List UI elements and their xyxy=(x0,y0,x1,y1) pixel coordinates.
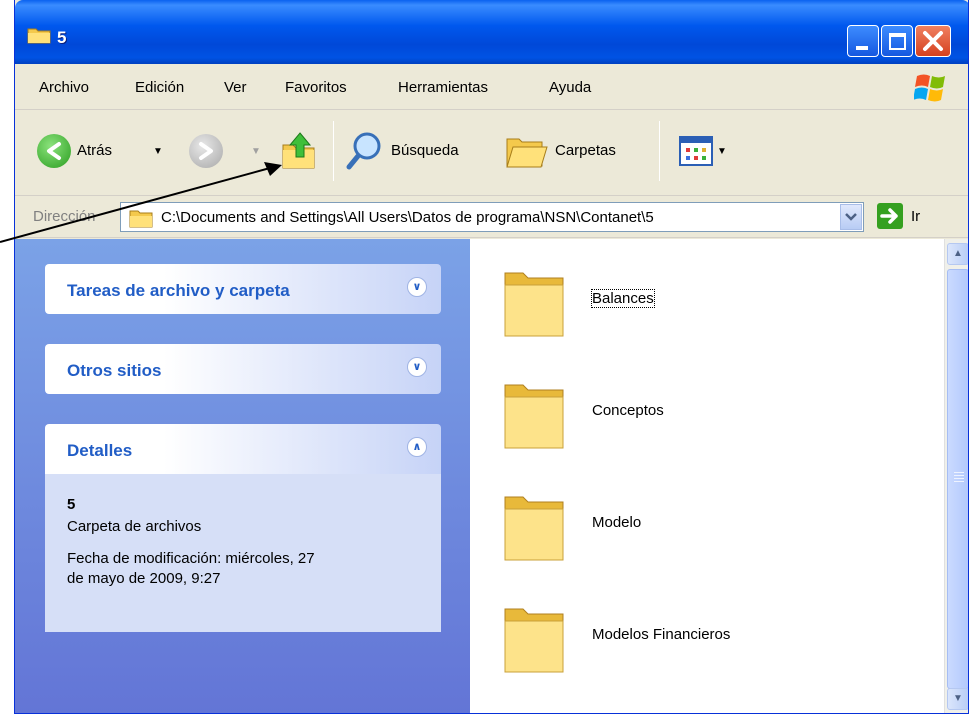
scroll-up-button[interactable]: ▲ xyxy=(947,243,968,265)
menu-edicion[interactable]: Edición xyxy=(135,79,184,96)
window-title: 5 xyxy=(57,28,67,47)
details-name: 5 xyxy=(67,496,76,513)
menu-bar: Archivo Edición Ver Favoritos Herramient… xyxy=(15,64,968,110)
back-dropdown-arrow[interactable]: ▼ xyxy=(153,146,163,157)
folder-icon xyxy=(129,210,153,228)
details-modified-line1: Fecha de modificación: miércoles, 27 xyxy=(67,550,315,567)
chevron-down-icon xyxy=(845,213,857,221)
folder-item[interactable]: Balances xyxy=(470,263,910,353)
folder-name[interactable]: Modelos Financieros xyxy=(592,626,730,643)
go-label[interactable]: Ir xyxy=(911,208,920,225)
folders-icon[interactable] xyxy=(505,133,549,171)
explorer-window: 5 Archivo Edición Ver Favoritos Herramie… xyxy=(14,0,969,714)
scroll-down-button[interactable]: ▼ xyxy=(947,688,968,710)
views-icon[interactable] xyxy=(679,136,713,168)
folder-item[interactable]: Modelos Financieros xyxy=(470,599,910,689)
address-bar: Dirección C:\Documents and Settings\All … xyxy=(15,196,968,238)
forward-icon xyxy=(199,142,213,160)
folder-icon xyxy=(27,28,51,44)
other-places-header[interactable]: Otros sitios ∨ xyxy=(45,344,441,394)
folder-name[interactable]: Modelo xyxy=(592,514,641,531)
menu-herramientas[interactable]: Herramientas xyxy=(398,79,488,96)
folder-item[interactable]: Conceptos xyxy=(470,375,910,465)
vertical-scrollbar[interactable]: ▲ ▼ xyxy=(944,239,968,713)
folder-icon xyxy=(504,496,564,561)
menu-ver[interactable]: Ver xyxy=(224,79,247,96)
other-places-title[interactable]: Otros sitios xyxy=(67,361,161,381)
menu-archivo[interactable]: Archivo xyxy=(39,79,89,96)
back-button[interactable] xyxy=(37,134,71,168)
forward-dropdown-arrow[interactable]: ▼ xyxy=(251,146,261,157)
task-pane: Tareas de archivo y carpeta ∨ Otros siti… xyxy=(15,239,470,713)
folders-label[interactable]: Carpetas xyxy=(555,142,616,159)
folder-name[interactable]: Balances xyxy=(591,289,655,308)
folder-icon xyxy=(504,384,564,449)
details-title[interactable]: Detalles xyxy=(67,441,132,461)
details-panel: 5 Carpeta de archivos Fecha de modificac… xyxy=(45,474,441,632)
go-button[interactable] xyxy=(877,203,903,229)
minimize-button[interactable] xyxy=(847,25,879,57)
title-bar[interactable]: 5 xyxy=(15,0,968,64)
search-icon[interactable] xyxy=(345,130,385,172)
back-label[interactable]: Atrás xyxy=(77,142,112,159)
menu-ayuda[interactable]: Ayuda xyxy=(549,79,591,96)
close-button[interactable] xyxy=(915,25,951,57)
forward-button[interactable] xyxy=(189,134,223,168)
address-dropdown-button[interactable] xyxy=(840,204,862,230)
views-dropdown-arrow[interactable]: ▼ xyxy=(717,146,727,157)
details-modified-line2: de mayo de 2009, 9:27 xyxy=(67,570,221,587)
collapse-icon[interactable]: ∧ xyxy=(407,437,427,457)
address-path[interactable]: C:\Documents and Settings\All Users\Dato… xyxy=(161,209,654,226)
expand-icon[interactable]: ∨ xyxy=(407,277,427,297)
file-list: Balances Conceptos Modelo Modelos Financ… xyxy=(470,239,944,713)
maximize-button[interactable] xyxy=(881,25,913,57)
folder-item[interactable]: Modelo xyxy=(470,487,910,577)
address-field[interactable]: C:\Documents and Settings\All Users\Dato… xyxy=(120,202,864,232)
back-icon xyxy=(47,142,61,160)
toolbar: Atrás ▼ ▼ Búsqueda Carpetas ▼ xyxy=(15,111,968,196)
file-folder-tasks-header[interactable]: Tareas de archivo y carpeta ∨ xyxy=(45,264,441,314)
folder-icon xyxy=(504,272,564,337)
details-type: Carpeta de archivos xyxy=(67,518,202,535)
up-folder-icon[interactable] xyxy=(280,131,318,171)
details-header[interactable]: Detalles ∧ xyxy=(45,424,441,474)
folder-icon xyxy=(504,608,564,673)
go-icon xyxy=(880,208,898,224)
close-icon xyxy=(923,31,943,51)
scroll-thumb[interactable] xyxy=(947,269,968,689)
address-label: Dirección xyxy=(33,208,96,225)
search-label[interactable]: Búsqueda xyxy=(391,142,459,159)
file-folder-tasks-title[interactable]: Tareas de archivo y carpeta xyxy=(67,281,290,301)
folder-name[interactable]: Conceptos xyxy=(592,402,664,419)
expand-icon[interactable]: ∨ xyxy=(407,357,427,377)
menu-favoritos[interactable]: Favoritos xyxy=(285,79,347,96)
windows-logo-icon xyxy=(914,74,945,102)
